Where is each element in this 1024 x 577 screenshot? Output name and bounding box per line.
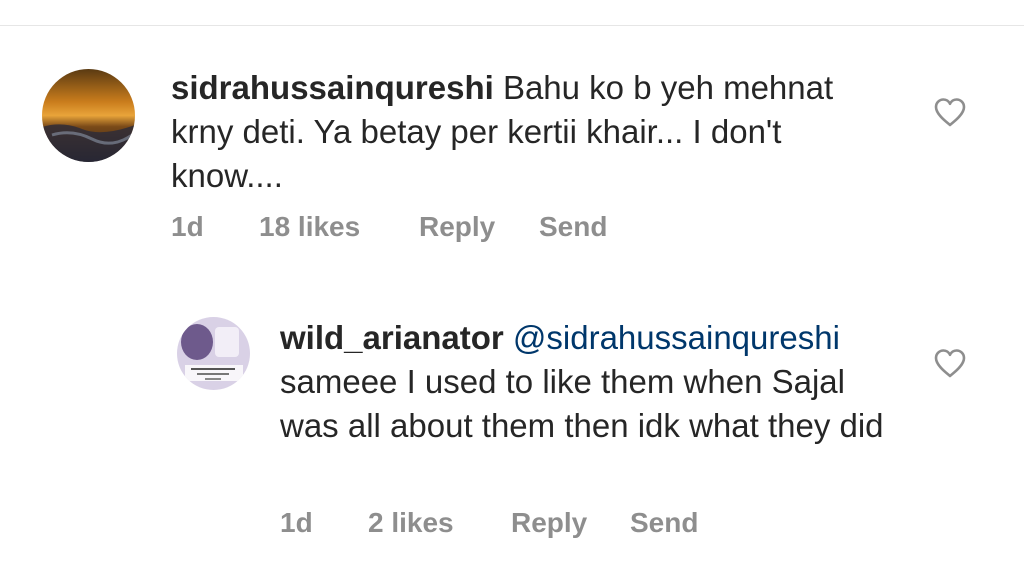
reply-button[interactable]: Reply [511, 507, 630, 539]
comment-username[interactable]: wild_arianator [280, 319, 504, 356]
comment-actions: 1d 2 likes Reply Send [280, 507, 698, 539]
heart-outline-icon[interactable] [933, 348, 967, 378]
comment-text-block: wild_arianator @sidrahussainqureshi same… [280, 316, 900, 448]
comment-body: sameee I used to like them when Sajal wa… [280, 363, 884, 444]
send-button[interactable]: Send [630, 507, 698, 539]
mention-link[interactable]: @sidrahussainqureshi [513, 319, 840, 356]
comment-time: 1d [280, 507, 313, 538]
reply-comment-item: wild_arianator @sidrahussainqureshi same… [0, 0, 1024, 577]
avatar[interactable] [177, 317, 250, 390]
likes-count[interactable]: 2 likes [368, 507, 511, 539]
